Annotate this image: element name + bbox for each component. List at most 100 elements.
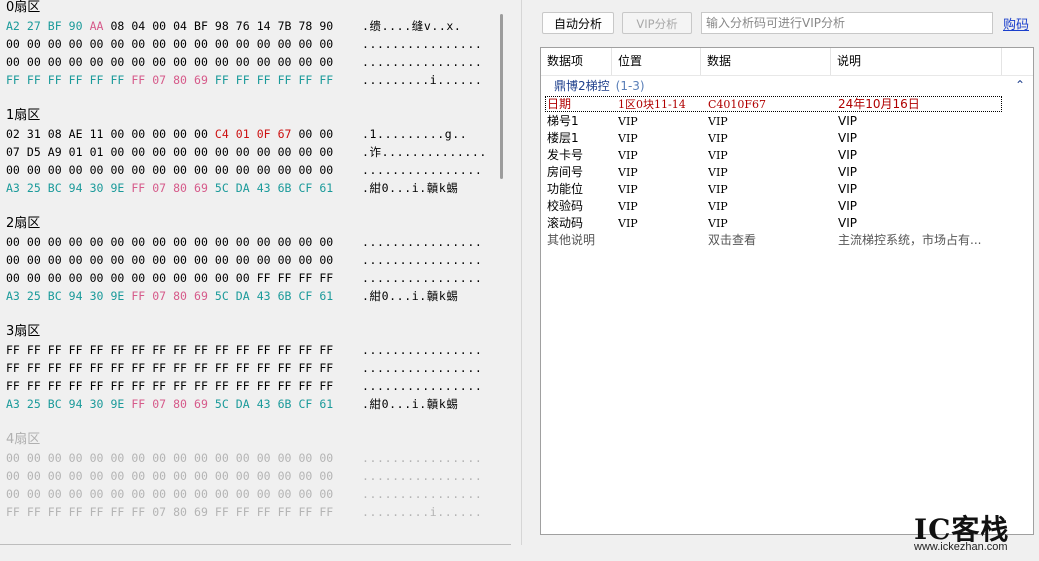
hex-byte[interactable]: FF (131, 179, 152, 197)
hex-byte[interactable]: 00 (215, 467, 236, 485)
hex-byte[interactable]: FF (48, 341, 69, 359)
hex-byte[interactable]: FF (6, 503, 27, 521)
hex-byte[interactable]: 07 (152, 395, 173, 413)
list-item[interactable]: 功能位 VIP VIP VIP (541, 181, 1033, 198)
list-item[interactable]: 梯号1 VIP VIP VIP (541, 113, 1033, 130)
hex-byte[interactable]: 00 (48, 467, 69, 485)
hex-byte[interactable]: 00 (278, 161, 299, 179)
hex-byte[interactable]: 31 (27, 125, 48, 143)
hex-byte[interactable]: 08 (48, 125, 69, 143)
hex-byte[interactable]: FF (110, 341, 131, 359)
hex-byte[interactable]: 00 (215, 143, 236, 161)
hex-byte[interactable]: AA (90, 17, 111, 35)
hex-byte[interactable]: 00 (236, 161, 257, 179)
hex-byte[interactable]: 27 (27, 17, 48, 35)
hex-byte[interactable]: 07 (152, 503, 173, 521)
hex-byte[interactable]: BC (48, 287, 69, 305)
hex-byte[interactable]: 00 (319, 485, 340, 503)
hex-byte[interactable]: DA (236, 395, 257, 413)
hex-byte[interactable]: A3 (6, 179, 27, 197)
hex-row[interactable]: A3 25 BC 94 30 9E FF 07 80 69 5C DA 43 6B CF 61 .紺0...i.… (6, 179, 458, 197)
hex-byte[interactable]: FF (6, 377, 27, 395)
hex-byte[interactable]: 00 (236, 233, 257, 251)
hex-byte[interactable]: 69 (194, 395, 215, 413)
hex-byte[interactable]: FF (6, 359, 27, 377)
hex-byte[interactable]: 00 (90, 485, 111, 503)
hex-row[interactable]: 00 00 00 00 00 00 00 00 00 00 00 00 00 00 00 00........… (6, 251, 482, 269)
hex-byte[interactable]: FF (110, 377, 131, 395)
hex-scrollbar[interactable] (500, 14, 503, 179)
hex-byte[interactable]: 00 (194, 35, 215, 53)
hex-byte[interactable]: 69 (194, 503, 215, 521)
hex-byte[interactable]: DA (236, 287, 257, 305)
hex-byte[interactable]: 00 (110, 269, 131, 287)
hex-byte[interactable]: 00 (215, 449, 236, 467)
hex-row[interactable]: 00 00 00 00 00 00 00 00 00 00 00 00 FF FF FF FF........… (6, 269, 482, 287)
hex-byte[interactable]: 00 (131, 251, 152, 269)
hex-byte[interactable]: 00 (152, 269, 173, 287)
hex-byte[interactable]: FF (69, 359, 90, 377)
hex-byte[interactable]: 00 (48, 269, 69, 287)
hex-byte[interactable]: FF (69, 71, 90, 89)
hex-byte[interactable]: 00 (6, 251, 27, 269)
hex-byte[interactable]: 00 (173, 35, 194, 53)
hex-byte[interactable]: 78 (298, 17, 319, 35)
hex-byte[interactable]: 00 (298, 467, 319, 485)
hex-byte[interactable]: 14 (257, 17, 278, 35)
hex-byte[interactable]: FF (48, 377, 69, 395)
hex-byte[interactable]: 69 (194, 71, 215, 89)
list-item[interactable]: 房间号 VIP VIP VIP (541, 164, 1033, 181)
hex-byte[interactable]: 00 (298, 251, 319, 269)
hex-byte[interactable]: 00 (173, 53, 194, 71)
hex-byte[interactable]: 5C (215, 395, 236, 413)
hex-byte[interactable]: FF (319, 71, 340, 89)
hex-byte[interactable]: 00 (27, 35, 48, 53)
hex-byte[interactable]: 94 (69, 287, 90, 305)
hex-byte[interactable]: BC (48, 179, 69, 197)
hex-byte[interactable]: 00 (6, 35, 27, 53)
hex-byte[interactable]: 00 (131, 485, 152, 503)
hex-row[interactable]: A3 25 BC 94 30 9E FF 07 80 69 5C DA 43 6B CF 61 .紺0...i.… (6, 287, 458, 305)
hex-byte[interactable]: 5C (215, 179, 236, 197)
hex-byte[interactable]: FF (194, 377, 215, 395)
hex-byte[interactable]: 00 (152, 233, 173, 251)
hex-byte[interactable]: 07 (152, 179, 173, 197)
hex-byte[interactable]: FF (173, 341, 194, 359)
hex-byte[interactable]: FF (298, 71, 319, 89)
hex-byte[interactable]: A3 (6, 287, 27, 305)
hex-byte[interactable]: 00 (152, 251, 173, 269)
hex-byte[interactable]: 00 (69, 449, 90, 467)
vip-code-input[interactable]: 输入分析码可进行VIP分析 (701, 12, 993, 34)
hex-byte[interactable]: FF (90, 377, 111, 395)
hex-row[interactable]: 00 00 00 00 00 00 00 00 00 00 00 00 00 00 00 00........… (6, 53, 482, 71)
auto-analyze-button[interactable]: 自动分析 (542, 12, 614, 34)
hex-byte[interactable]: DA (236, 179, 257, 197)
hex-byte[interactable]: 00 (257, 485, 278, 503)
hex-byte[interactable]: FF (194, 359, 215, 377)
hex-byte[interactable]: 00 (27, 485, 48, 503)
hex-byte[interactable]: 04 (173, 17, 194, 35)
hex-byte[interactable]: CF (298, 287, 319, 305)
hex-byte[interactable]: 08 (110, 17, 131, 35)
hex-byte[interactable]: A3 (6, 395, 27, 413)
hex-byte[interactable]: BF (48, 17, 69, 35)
hex-byte[interactable]: 00 (298, 143, 319, 161)
hex-byte[interactable]: FF (69, 377, 90, 395)
hex-byte[interactable]: FF (194, 341, 215, 359)
hex-byte[interactable]: FF (6, 341, 27, 359)
hex-byte[interactable]: FF (152, 341, 173, 359)
hex-byte[interactable]: 00 (69, 269, 90, 287)
hex-byte[interactable]: 00 (173, 485, 194, 503)
hex-byte[interactable]: FF (69, 341, 90, 359)
hex-byte[interactable]: 00 (131, 233, 152, 251)
hex-row[interactable]: 00 00 00 00 00 00 00 00 00 00 00 00 00 00 00 00........… (6, 449, 482, 467)
hex-byte[interactable]: 00 (278, 143, 299, 161)
hex-byte[interactable]: FF (278, 341, 299, 359)
hex-byte[interactable]: 00 (110, 233, 131, 251)
hex-byte[interactable]: 00 (278, 467, 299, 485)
hex-byte[interactable]: 67 (278, 125, 299, 143)
hex-row[interactable]: FF FF FF FF FF FF FF FF FF FF FF FF FF FF FF FF........… (6, 377, 482, 395)
list-item[interactable]: 发卡号 VIP VIP VIP (541, 147, 1033, 164)
list-item[interactable]: 滚动码 VIP VIP VIP (541, 215, 1033, 232)
hex-byte[interactable]: FF (110, 359, 131, 377)
